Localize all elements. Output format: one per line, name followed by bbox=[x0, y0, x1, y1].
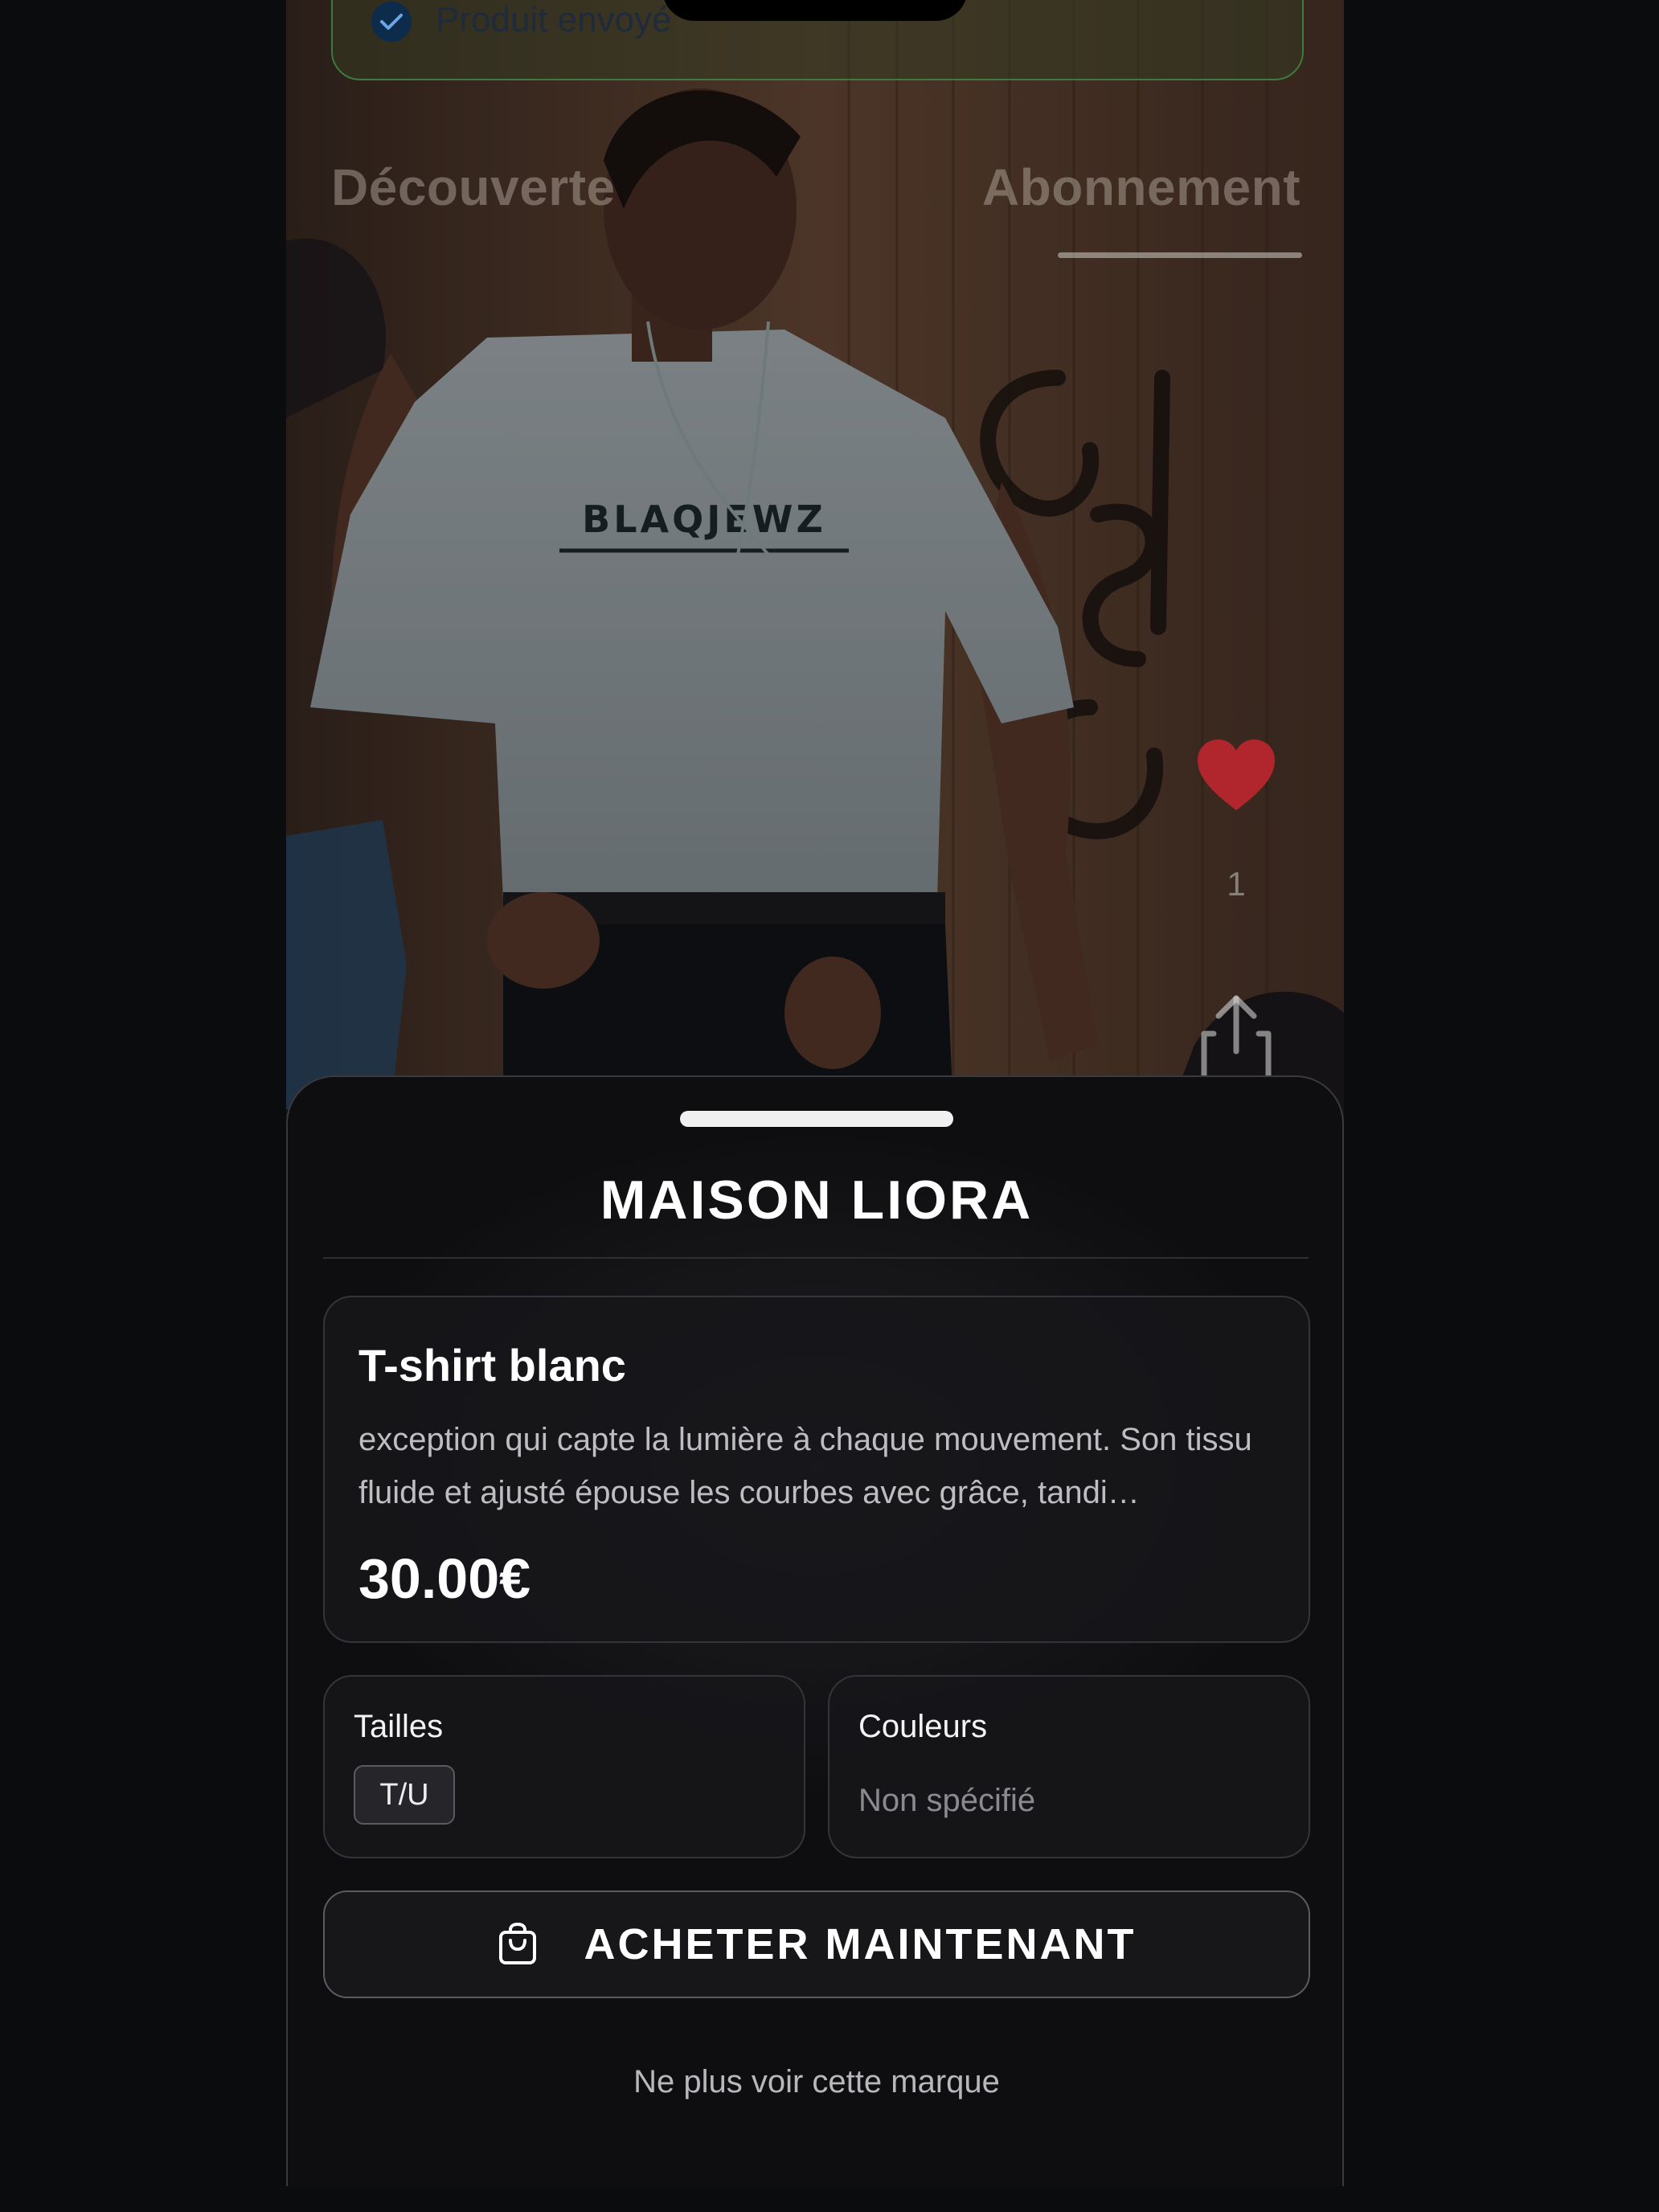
active-tab-indicator bbox=[1058, 252, 1302, 258]
product-description: exception qui capte la lumière à chaque … bbox=[358, 1422, 1252, 1510]
size-option-chip[interactable]: T/U bbox=[354, 1765, 455, 1825]
toast-text: Produit envoyé bbox=[436, 0, 672, 39]
divider bbox=[323, 1257, 1309, 1259]
dynamic-island bbox=[662, 0, 968, 21]
tab-subscription[interactable]: Abonnement bbox=[982, 158, 1301, 217]
phone-screen: BLAQJEWZ Produit envoyé Découverte Abonn… bbox=[286, 0, 1344, 2186]
buy-now-label: ACHETER MAINTENANT bbox=[584, 1920, 1137, 1968]
sizes-card: Tailles T/U bbox=[323, 1675, 805, 1858]
check-circle-icon bbox=[371, 2, 412, 42]
product-price: 30.00€ bbox=[358, 1547, 531, 1610]
colors-label: Couleurs bbox=[858, 1709, 988, 1744]
product-sheet: MAISON LIORA T-shirt blanc exception qui… bbox=[286, 1075, 1344, 2186]
colors-card: Couleurs Non spécifié bbox=[828, 1675, 1310, 1858]
buy-now-button[interactable]: ACHETER MAINTENANT bbox=[323, 1890, 1310, 1998]
colors-value: Non spécifié bbox=[858, 1783, 1036, 1818]
brand-name: MAISON LIORA bbox=[600, 1169, 1034, 1231]
sizes-label: Tailles bbox=[354, 1709, 444, 1744]
like-count: 1 bbox=[1227, 865, 1246, 903]
hide-brand-link[interactable]: Ne plus voir cette marque bbox=[288, 2064, 1344, 2100]
product-card: T-shirt blanc exception qui capte la lum… bbox=[323, 1296, 1310, 1643]
sheet-grabber[interactable] bbox=[680, 1111, 953, 1127]
product-title: T-shirt blanc bbox=[358, 1340, 626, 1391]
heart-icon[interactable] bbox=[1194, 738, 1278, 815]
share-icon[interactable] bbox=[1198, 993, 1275, 1083]
shopping-bag-icon bbox=[498, 1923, 536, 1964]
tab-discover[interactable]: Découverte bbox=[331, 158, 616, 217]
